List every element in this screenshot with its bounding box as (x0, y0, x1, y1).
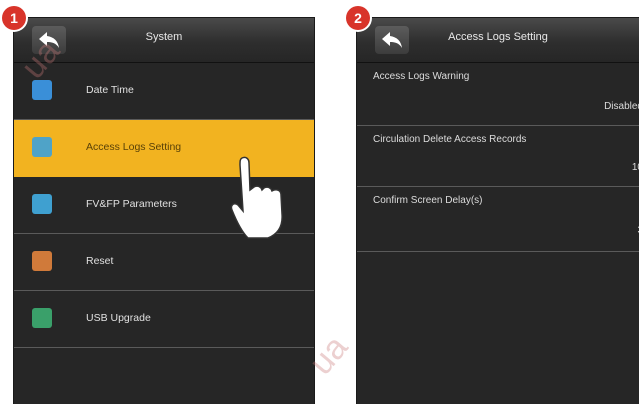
pointing-hand-icon (230, 156, 283, 239)
step-badge-2: 2 (346, 6, 370, 30)
usb-icon (32, 308, 52, 328)
parameters-icon (32, 194, 52, 214)
setting-value: Disabled (604, 101, 639, 112)
screen-title: Access Logs Setting (448, 31, 548, 43)
setting-name: Access Logs Warning (373, 71, 470, 82)
menu-item-label: FV&FP Parameters (86, 198, 177, 210)
setting-name: Confirm Screen Delay(s) (373, 195, 483, 206)
menu-item-date-time[interactable]: Date Time (14, 63, 314, 120)
setting-circulation-delete-access-records[interactable]: Circulation Delete Access Records 10 (357, 126, 639, 187)
setting-value: 10 (631, 162, 639, 173)
setting-name: Circulation Delete Access Records (373, 134, 527, 145)
system-menu-screen: System Date Time Access Logs Setting FV&… (14, 18, 314, 404)
reset-icon (32, 251, 52, 271)
setting-confirm-screen-delay[interactable]: Confirm Screen Delay(s) 3 (357, 187, 639, 252)
menu-item-label: Date Time (86, 84, 134, 96)
menu-item-label: Reset (86, 255, 114, 267)
setting-access-logs-warning[interactable]: Access Logs Warning Disabled (357, 63, 639, 126)
screen-title: System (145, 31, 183, 43)
menu-item-usb-upgrade[interactable]: USB Upgrade (14, 291, 314, 348)
menu-item-reset[interactable]: Reset (14, 234, 314, 291)
step-badge-1: 1 (2, 6, 26, 30)
menu-item-label: Access Logs Setting (86, 141, 182, 153)
menu-item-label: USB Upgrade (86, 312, 151, 324)
logs-icon (32, 137, 52, 157)
access-logs-setting-screen: Access Logs Setting Access Logs Warning … (357, 18, 639, 404)
title-bar: Access Logs Setting (357, 18, 639, 63)
